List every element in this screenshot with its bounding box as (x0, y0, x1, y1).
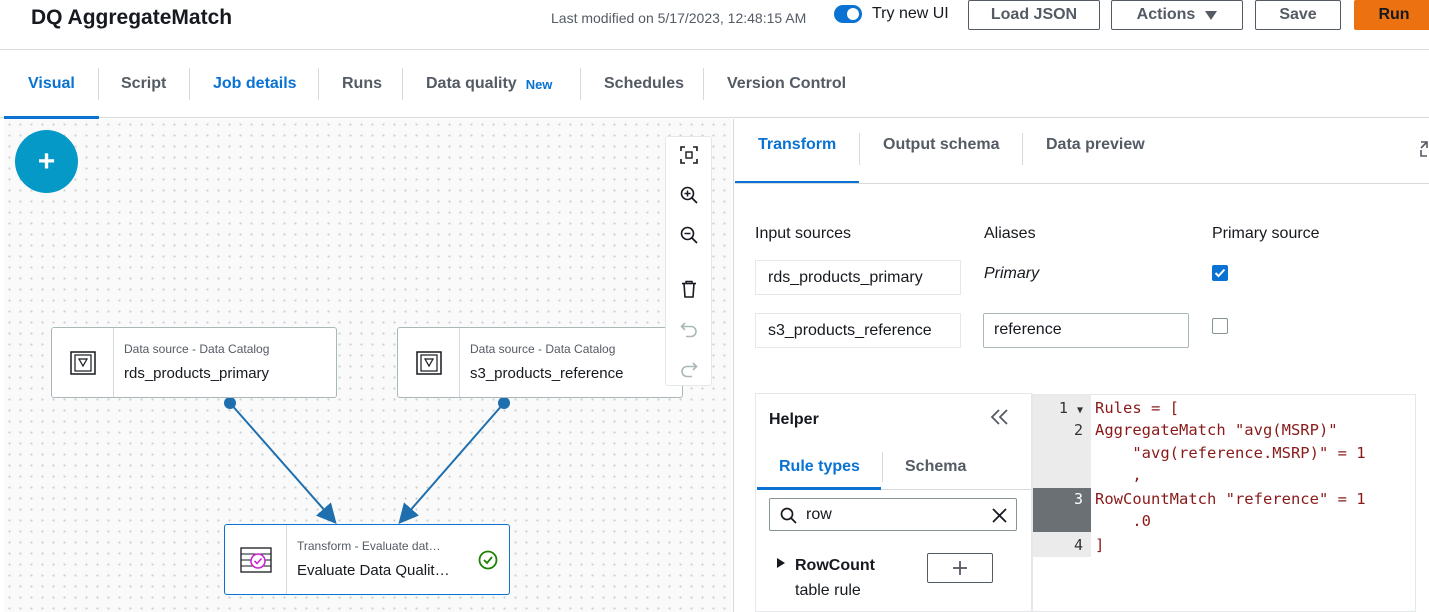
node-name: Evaluate Data Qualit… (297, 562, 450, 579)
alias-primary-text: Primary (984, 265, 1040, 282)
node-name: s3_products_reference (470, 365, 624, 382)
code-line: AggregateMatch "avg(MSRP)" (1095, 421, 1338, 439)
search-icon (780, 507, 797, 524)
primary-source-checkbox[interactable] (1212, 318, 1228, 334)
input-source-name: rds_products_primary (755, 260, 961, 295)
alias-input[interactable]: reference (983, 313, 1189, 348)
tab-version-control[interactable]: Version Control (727, 50, 846, 118)
code-line: Rules = [ (1095, 399, 1179, 417)
save-button[interactable]: Save (1255, 0, 1341, 30)
code-line: .0 (1095, 512, 1151, 530)
node-type: Data source - Data Catalog (470, 342, 616, 356)
aliases-heading: Aliases (984, 225, 1036, 242)
add-node-button[interactable]: + (15, 130, 78, 193)
code-line: RowCountMatch "reference" = 1 (1095, 490, 1366, 508)
undo-icon[interactable] (679, 320, 699, 340)
collapse-helper-icon[interactable] (990, 406, 1010, 432)
clear-icon[interactable] (991, 507, 1008, 524)
actions-button[interactable]: Actions (1111, 0, 1243, 30)
primary-source-heading: Primary source (1212, 225, 1320, 242)
rule-name: RowCount (795, 557, 875, 574)
canvas-toolbar (665, 136, 712, 386)
node-rds-products-primary[interactable]: Data source - Data Catalog rds_products_… (51, 327, 337, 398)
new-ui-toggle-label: Try new UI (872, 5, 949, 22)
helper-title: Helper (769, 411, 819, 428)
new-ui-toggle[interactable] (834, 5, 862, 23)
delete-icon[interactable] (679, 279, 699, 299)
tab-data-preview[interactable]: Data preview (1046, 136, 1145, 184)
tab-transform[interactable]: Transform (758, 136, 836, 184)
node-s3-products-reference[interactable]: Data source - Data Catalog s3_products_r… (397, 327, 683, 398)
catalog-icon (415, 350, 442, 375)
edge-reference[interactable] (398, 402, 505, 525)
node-evaluate-data-quality[interactable]: Transform - Evaluate dat… Evaluate Data … (224, 524, 510, 595)
add-rule-button[interactable] (927, 553, 993, 583)
tab-rule-types[interactable]: Rule types (779, 458, 860, 476)
canvas-edges (224, 397, 510, 525)
expand-panel-icon[interactable] (1418, 140, 1429, 163)
plus-icon (953, 561, 967, 575)
success-check-icon (478, 550, 498, 570)
rule-search (769, 498, 1017, 531)
zoom-in-icon[interactable] (679, 185, 699, 205)
input-source-name: s3_products_reference (755, 313, 961, 348)
code-line: ] (1095, 536, 1105, 554)
node-type: Transform - Evaluate dat… (297, 539, 441, 553)
ruleset-editor[interactable]: 1 ▼ 2 3 4 Rules = [ AggregateMatch "avg(… (1032, 394, 1416, 612)
catalog-icon (69, 350, 96, 375)
check-icon (1214, 268, 1226, 278)
primary-source-checkbox[interactable] (1212, 265, 1228, 281)
edge-primary[interactable] (229, 402, 337, 525)
code-line: , (1095, 466, 1142, 484)
zoom-out-icon[interactable] (679, 225, 699, 245)
node-name: rds_products_primary (124, 365, 270, 382)
tab-output-schema[interactable]: Output schema (883, 136, 999, 184)
run-button[interactable]: Run (1354, 0, 1429, 30)
data-quality-icon (239, 546, 272, 573)
tab-schema[interactable]: Schema (905, 458, 966, 476)
expand-rule-icon[interactable] (776, 556, 786, 574)
search-input[interactable] (806, 504, 976, 526)
code-line: "avg(reference.MSRP)" = 1 (1095, 444, 1366, 462)
redo-icon[interactable] (679, 360, 699, 380)
rule-category: table rule (795, 582, 861, 599)
caret-down-icon (1205, 10, 1218, 20)
node-type: Data source - Data Catalog (124, 342, 270, 356)
load-json-button[interactable]: Load JSON (968, 0, 1100, 30)
input-sources-heading: Input sources (755, 225, 852, 242)
fit-screen-icon[interactable] (679, 145, 699, 165)
